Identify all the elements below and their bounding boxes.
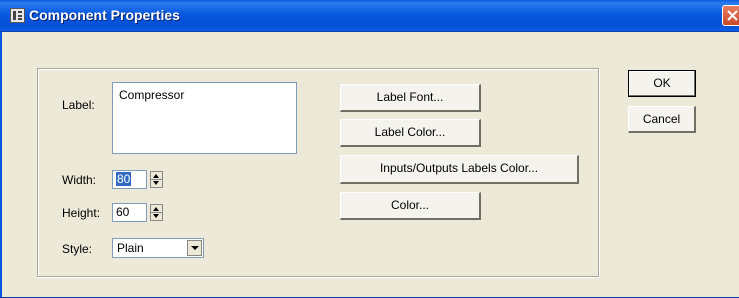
label-caption: Label: (62, 98, 95, 112)
height-caption: Height: (62, 206, 101, 220)
close-button[interactable] (722, 5, 739, 26)
height-spinner[interactable] (150, 204, 163, 221)
height-input[interactable]: 60 (112, 203, 147, 222)
component-properties-icon (10, 8, 25, 23)
width-spinner[interactable] (150, 171, 163, 188)
close-icon (727, 10, 738, 21)
height-value: 60 (116, 205, 130, 219)
width-caption: Width: (62, 173, 97, 187)
spin-down-icon[interactable] (153, 181, 159, 185)
ok-button[interactable]: OK (628, 70, 696, 97)
window-frame-left (0, 31, 2, 298)
spin-up-icon[interactable] (153, 207, 159, 211)
cancel-button[interactable]: Cancel (628, 106, 696, 133)
io-labels-color-button[interactable]: Inputs/Outputs Labels Color... (340, 155, 579, 184)
window-title: Component Properties (29, 7, 180, 23)
label-font-button[interactable]: Label Font... (340, 84, 481, 112)
color-button[interactable]: Color... (340, 192, 481, 220)
width-input[interactable]: 80 (112, 170, 147, 189)
label-textarea[interactable]: Compressor (112, 82, 297, 154)
style-select[interactable]: Plain (112, 238, 204, 258)
spin-up-icon[interactable] (153, 174, 159, 178)
style-value: Plain (117, 241, 144, 255)
title-bar[interactable]: Component Properties (0, 0, 739, 32)
spin-down-icon[interactable] (153, 214, 159, 218)
width-value: 80 (116, 172, 132, 186)
label-color-button[interactable]: Label Color... (340, 119, 481, 147)
chevron-down-icon[interactable] (187, 240, 202, 256)
style-caption: Style: (62, 242, 93, 256)
